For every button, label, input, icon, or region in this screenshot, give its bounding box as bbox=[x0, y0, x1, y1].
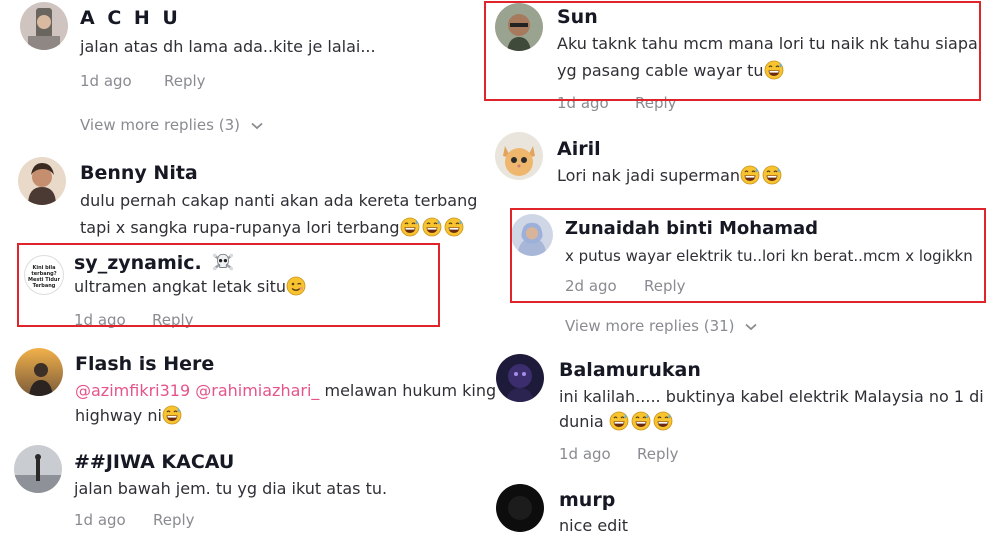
view-more-label: View more replies (3) bbox=[80, 116, 240, 134]
view-more-replies-button[interactable]: View more replies (31) bbox=[565, 317, 757, 335]
comment-text-line2-text: tapi x sangka rupa-rupanya lori terbang bbox=[80, 218, 400, 237]
grinning-sweat-emoji bbox=[609, 411, 629, 431]
comment-text-body: Lori nak jadi superman bbox=[557, 166, 741, 185]
reply-button[interactable]: Reply bbox=[164, 72, 206, 90]
comment-text: jalan bawah jem. tu yg dia ikut atas tu. bbox=[74, 479, 388, 498]
username[interactable]: A C H U bbox=[80, 7, 181, 29]
grinning-sweat-emoji bbox=[162, 405, 182, 425]
comment-text-line2-text: highway ni bbox=[75, 406, 162, 425]
username[interactable]: ##JIWA KACAU bbox=[74, 451, 234, 473]
comment-text-line2-text: dunia bbox=[559, 412, 604, 431]
grinning-sweat-emoji bbox=[631, 411, 651, 431]
grinning-sweat-emoji bbox=[653, 411, 673, 431]
comment-text: nice edit bbox=[559, 516, 629, 535]
grinning-sweat-emoji bbox=[740, 165, 760, 185]
avatar[interactable] bbox=[496, 354, 544, 402]
avatar[interactable] bbox=[20, 2, 68, 50]
mention-link[interactable]: @rahimiazhari_ bbox=[195, 381, 319, 400]
avatar[interactable] bbox=[496, 484, 544, 532]
grinning-sweat-emoji bbox=[444, 217, 464, 237]
avatar[interactable] bbox=[14, 445, 62, 493]
username[interactable]: Benny Nita bbox=[80, 162, 198, 184]
comment-text: jalan atas dh lama ada..kite je lalai... bbox=[80, 37, 376, 56]
highlight-box bbox=[510, 208, 986, 303]
comment-text-line2: dunia bbox=[559, 407, 675, 437]
reply-button[interactable]: Reply bbox=[153, 511, 195, 529]
view-more-label: View more replies (31) bbox=[565, 317, 735, 335]
comment-text: Lori nak jadi superman bbox=[557, 161, 784, 191]
comment-time: 1d ago bbox=[559, 445, 611, 463]
username[interactable]: murp bbox=[559, 489, 615, 511]
reply-button[interactable]: Reply bbox=[637, 445, 679, 463]
avatar[interactable] bbox=[495, 132, 543, 180]
grinning-sweat-emoji bbox=[422, 217, 442, 237]
grinning-sweat-emoji bbox=[762, 165, 782, 185]
comment-time: 1d ago bbox=[80, 72, 132, 90]
highlight-box bbox=[17, 243, 440, 327]
comment-text-line1-text: melawan hukum king of bbox=[319, 381, 517, 400]
highlight-box bbox=[484, 1, 981, 101]
avatar[interactable] bbox=[15, 348, 63, 396]
username[interactable]: Balamurukan bbox=[559, 359, 701, 381]
username[interactable]: Flash is Here bbox=[75, 353, 214, 375]
avatar[interactable] bbox=[18, 157, 66, 205]
chevron-down-icon bbox=[251, 116, 263, 134]
grinning-sweat-emoji bbox=[400, 217, 420, 237]
comment-text-line2: tapi x sangka rupa-rupanya lori terbang bbox=[80, 213, 466, 243]
view-more-replies-button[interactable]: View more replies (3) bbox=[80, 116, 263, 134]
comment-text-line1: dulu pernah cakap nanti akan ada kereta … bbox=[80, 191, 478, 210]
mention-link[interactable]: @azimfikri319 bbox=[75, 381, 190, 400]
chevron-down-icon bbox=[745, 317, 757, 335]
comment-time: 1d ago bbox=[74, 511, 126, 529]
username[interactable]: Airil bbox=[557, 138, 601, 160]
comment-text-line2: highway ni bbox=[75, 401, 184, 431]
